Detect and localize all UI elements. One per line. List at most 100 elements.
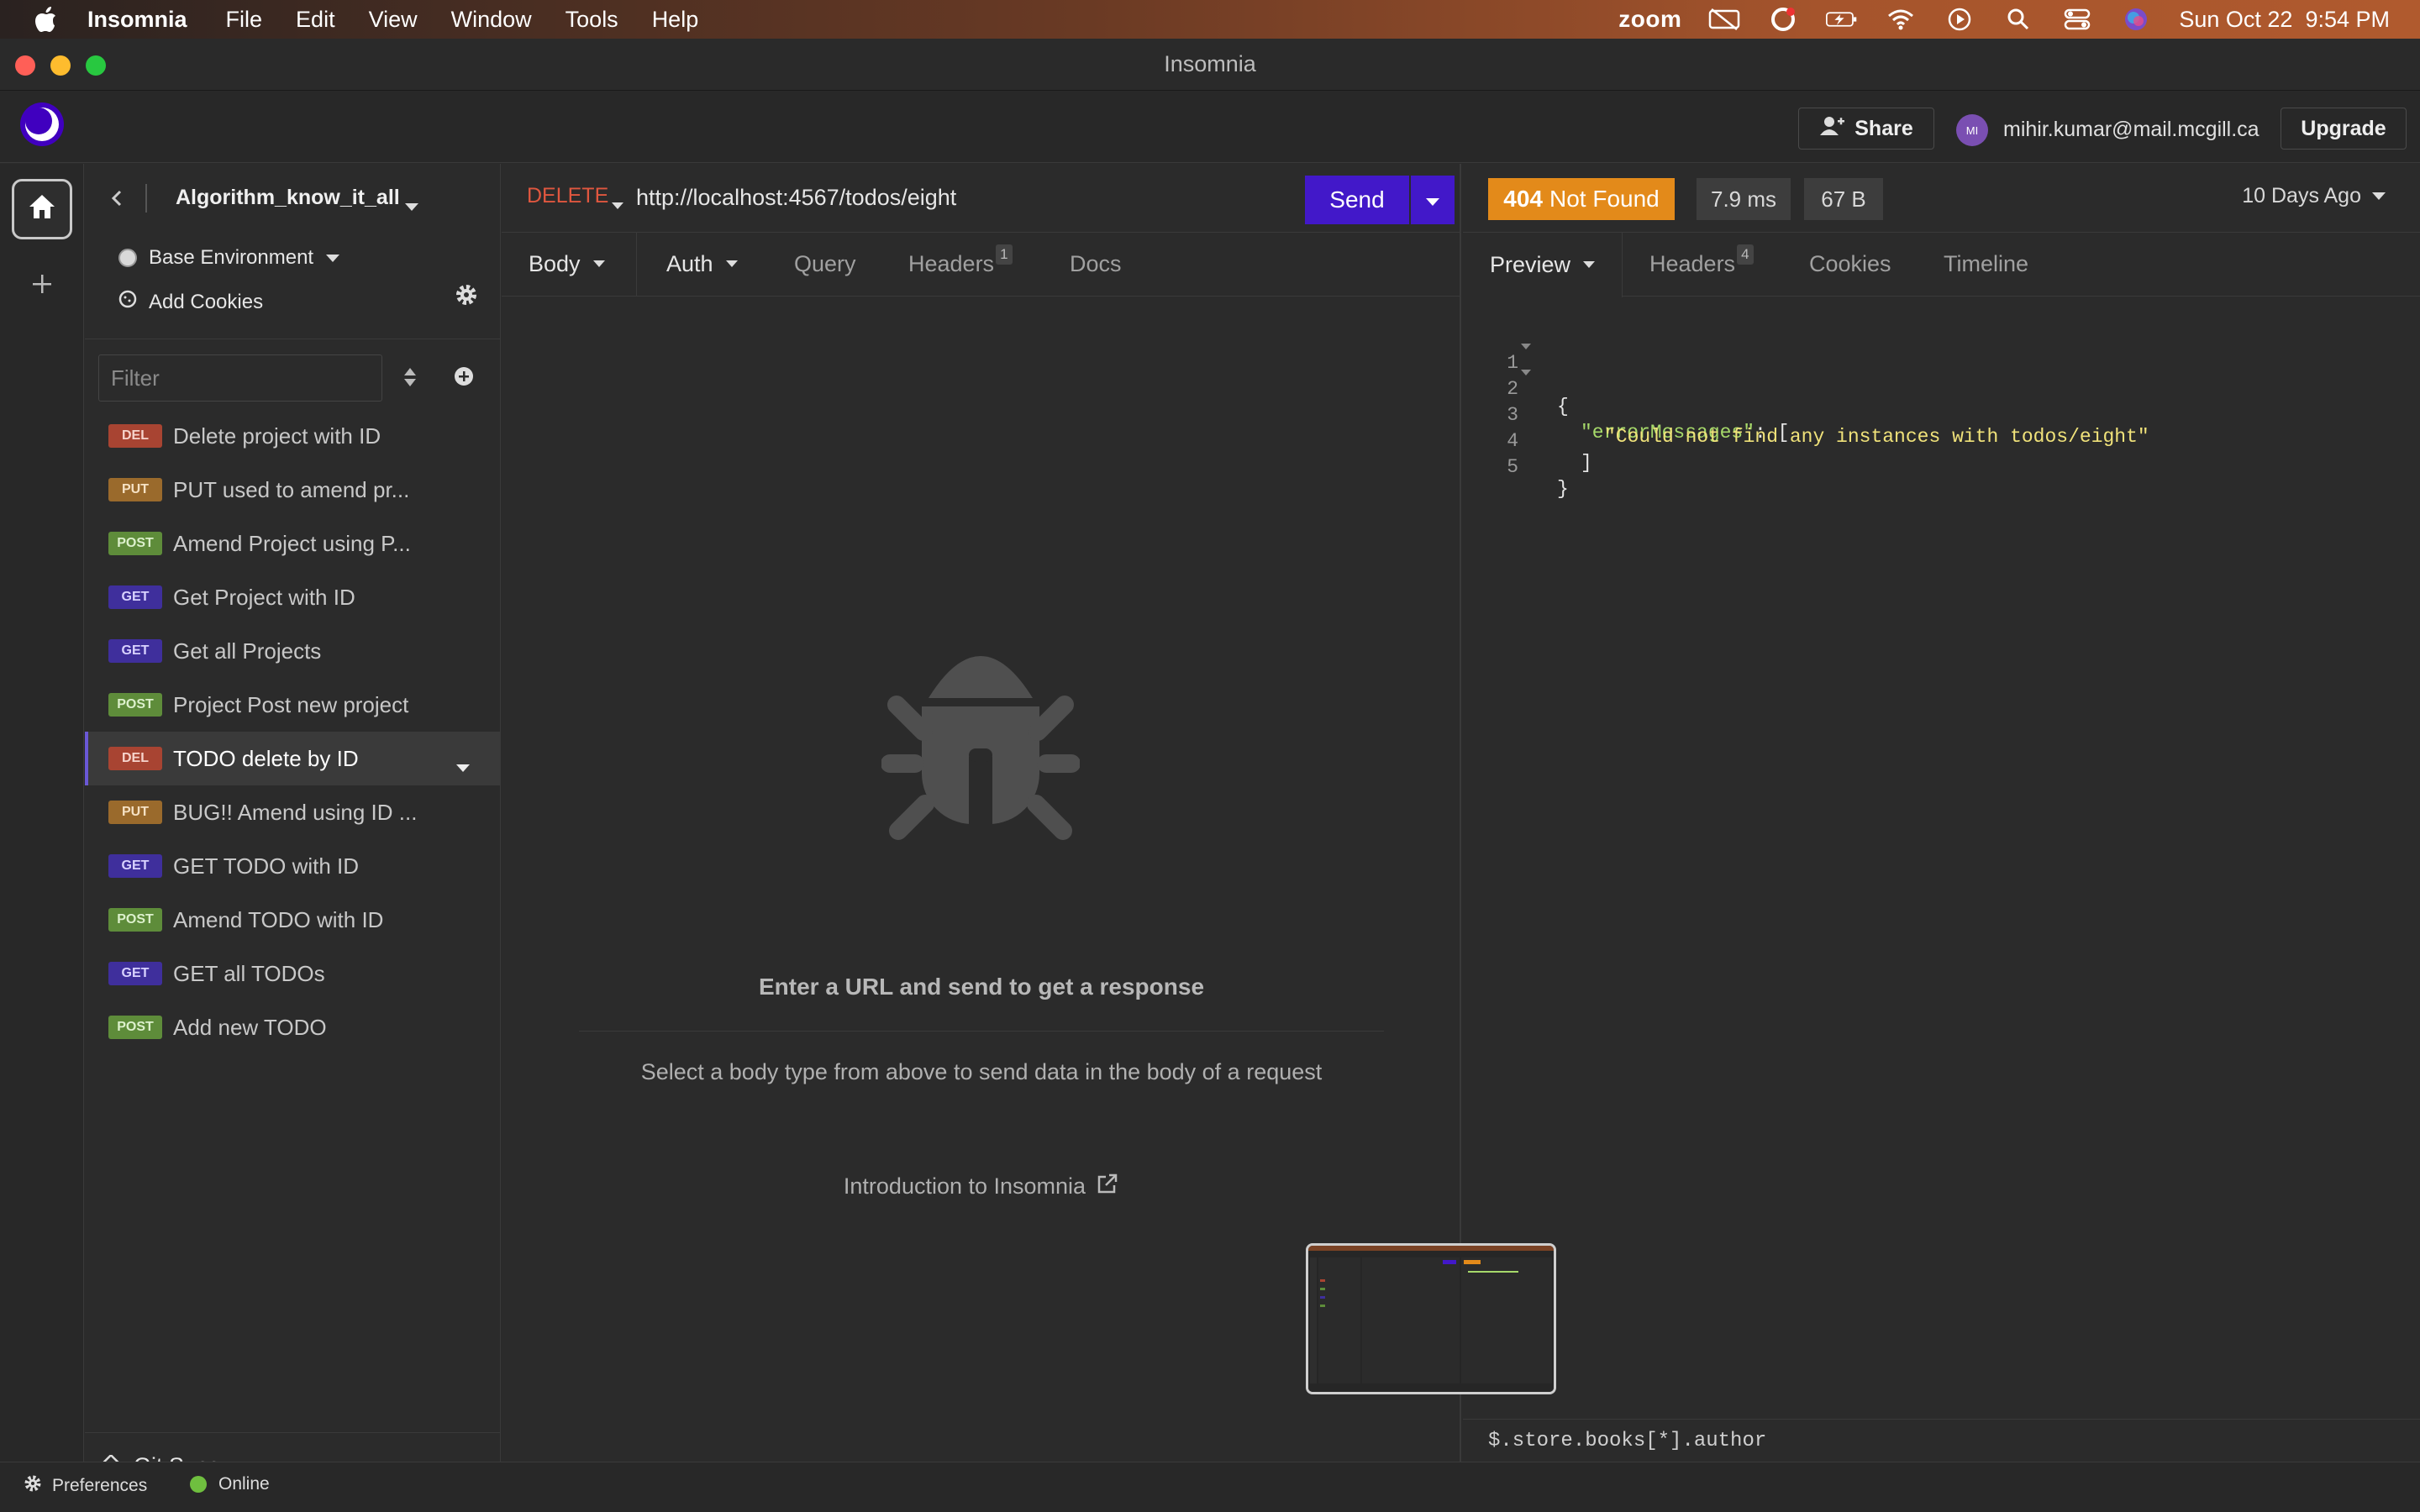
intro-to-insomnia-link[interactable]: Introduction to Insomnia (502, 1172, 1461, 1201)
url-input[interactable] (636, 181, 1207, 214)
request-item[interactable]: GET Get all Projects (85, 624, 501, 678)
menu-view[interactable]: View (369, 7, 418, 33)
tab-body[interactable]: Body (529, 251, 606, 277)
chevron-down-icon[interactable] (455, 753, 471, 780)
filter-input[interactable] (98, 354, 382, 402)
request-name: Get all Projects (173, 638, 322, 664)
add-cookies-label: Add Cookies (149, 290, 264, 313)
method-badge: POST (108, 532, 162, 555)
send-options-button[interactable] (1411, 176, 1455, 224)
apple-logo-icon[interactable] (32, 5, 60, 34)
control-center-icon[interactable] (2061, 7, 2093, 32)
siri-icon[interactable] (2120, 7, 2152, 32)
preferences-label: Preferences (52, 1476, 148, 1495)
screenshot-thumbnail[interactable] (1306, 1243, 1556, 1394)
response-history-selector[interactable]: 10 Days Ago (2242, 184, 2386, 208)
jsonpath-filter-input[interactable]: $.store.books[*].author (1463, 1419, 2420, 1461)
code-line: 5 } (1463, 434, 1569, 500)
home-button[interactable] (12, 179, 72, 239)
request-item[interactable]: GET GET all TODOs (85, 947, 501, 1000)
tab-query[interactable]: Query (794, 251, 856, 277)
now-playing-icon[interactable] (1944, 7, 1975, 32)
menu-edit[interactable]: Edit (296, 7, 335, 33)
request-name: Amend TODO with ID (173, 906, 384, 932)
tab-response-headers-label: Headers (1649, 251, 1736, 276)
method-badge: GET (108, 854, 162, 878)
tab-auth[interactable]: Auth (666, 251, 739, 277)
request-item[interactable]: DEL Delete project with ID (85, 409, 501, 463)
code-line: 4 ] (1463, 408, 1592, 474)
project-name[interactable]: Algorithm_know_it_all (176, 186, 400, 210)
fold-arrow-icon[interactable] (1520, 335, 1532, 357)
request-name: Project Post new project (173, 691, 409, 717)
request-item[interactable]: POST Amend TODO with ID (85, 893, 501, 947)
add-workspace-button[interactable] (25, 268, 59, 302)
online-indicator-dot (190, 1476, 207, 1493)
status-menu-icon[interactable] (1767, 7, 1799, 32)
request-item[interactable]: POST Amend Project using P... (85, 517, 501, 570)
menubar-datetime[interactable]: Sun Oct 22 9:54 PM (2179, 7, 2390, 33)
tab-divider (636, 233, 637, 297)
insomnia-logo-icon[interactable] (18, 101, 66, 148)
battery-icon[interactable] (1826, 7, 1858, 32)
empty-state-divider (579, 1031, 1384, 1032)
code-line: 3 "Could not find any instances with tod… (1463, 382, 2149, 448)
fold-arrow-icon[interactable] (1520, 361, 1532, 383)
request-item[interactable]: POST Add new TODO (85, 1000, 501, 1054)
request-item[interactable]: GET GET TODO with ID (85, 839, 501, 893)
request-item-active[interactable]: DEL TODO delete by ID (85, 732, 501, 785)
chevron-down-icon (592, 260, 605, 267)
http-method-selector[interactable]: DELETE (527, 184, 608, 208)
chevron-down-icon[interactable] (611, 191, 624, 217)
maximize-window-button[interactable] (86, 55, 106, 76)
video-off-icon[interactable] (1708, 7, 1740, 32)
close-window-button[interactable] (15, 55, 35, 76)
zoom-menu-extra[interactable]: zoom (1618, 6, 1681, 33)
tab-timeline[interactable]: Timeline (1944, 251, 2028, 277)
method-badge: GET (108, 962, 162, 985)
wifi-icon[interactable] (1885, 7, 1917, 32)
add-cookies-button[interactable]: Add Cookies (118, 290, 263, 314)
sort-icon[interactable] (402, 365, 423, 391)
avatar[interactable]: MI (1956, 114, 1988, 146)
history-label: 10 Days Ago (2242, 184, 2361, 207)
cookie-icon (118, 290, 137, 314)
request-item[interactable]: GET Get Project with ID (85, 570, 501, 624)
request-tabs: Body Auth Query Headers 1 Docs (502, 233, 1461, 297)
menu-window[interactable]: Window (451, 7, 532, 33)
send-button[interactable]: Send (1305, 176, 1409, 224)
tab-preview[interactable]: Preview (1463, 233, 1623, 297)
minimize-window-button[interactable] (50, 55, 71, 76)
menu-app-name[interactable]: Insomnia (87, 7, 187, 33)
tab-cookies[interactable]: Cookies (1809, 251, 1891, 277)
share-button[interactable]: Share (1798, 108, 1934, 150)
environment-selector[interactable]: Base Environment (118, 241, 488, 275)
response-body-viewer[interactable]: 1 { 2 "errorMessages": [ 3 "Could not fi… (1463, 330, 2149, 500)
tab-docs[interactable]: Docs (1070, 251, 1122, 277)
spotlight-search-icon[interactable] (2002, 7, 2034, 32)
tab-headers[interactable]: Headers 1 (908, 244, 1013, 277)
tab-headers-label: Headers (908, 251, 995, 276)
chevron-down-icon[interactable] (404, 192, 419, 218)
upgrade-button[interactable]: Upgrade (2281, 108, 2407, 150)
add-request-plus-circle-icon[interactable] (453, 365, 478, 391)
menu-help[interactable]: Help (652, 7, 699, 33)
request-name: Add new TODO (173, 1014, 327, 1040)
request-name: BUG!! Amend using ID ... (173, 799, 418, 825)
menu-file[interactable]: File (226, 7, 263, 33)
tab-auth-label: Auth (666, 251, 713, 276)
line-number: 5 (1507, 456, 1518, 478)
tab-response-headers[interactable]: Headers 4 (1649, 244, 1754, 277)
user-email[interactable]: mihir.kumar@mail.mcgill.ca (2003, 118, 2260, 142)
tab-body-label: Body (529, 251, 581, 276)
preferences-button[interactable]: Preferences (24, 1474, 147, 1498)
gear-icon[interactable] (455, 283, 480, 308)
method-badge: PUT (108, 478, 162, 501)
online-status: Online (190, 1474, 270, 1494)
request-list: DEL Delete project with ID PUT PUT used … (85, 409, 501, 1054)
request-item[interactable]: POST Project Post new project (85, 678, 501, 732)
request-item[interactable]: PUT PUT used to amend pr... (85, 463, 501, 517)
request-item[interactable]: PUT BUG!! Amend using ID ... (85, 785, 501, 839)
menu-tools[interactable]: Tools (566, 7, 618, 33)
back-chevron-icon[interactable] (108, 186, 129, 211)
